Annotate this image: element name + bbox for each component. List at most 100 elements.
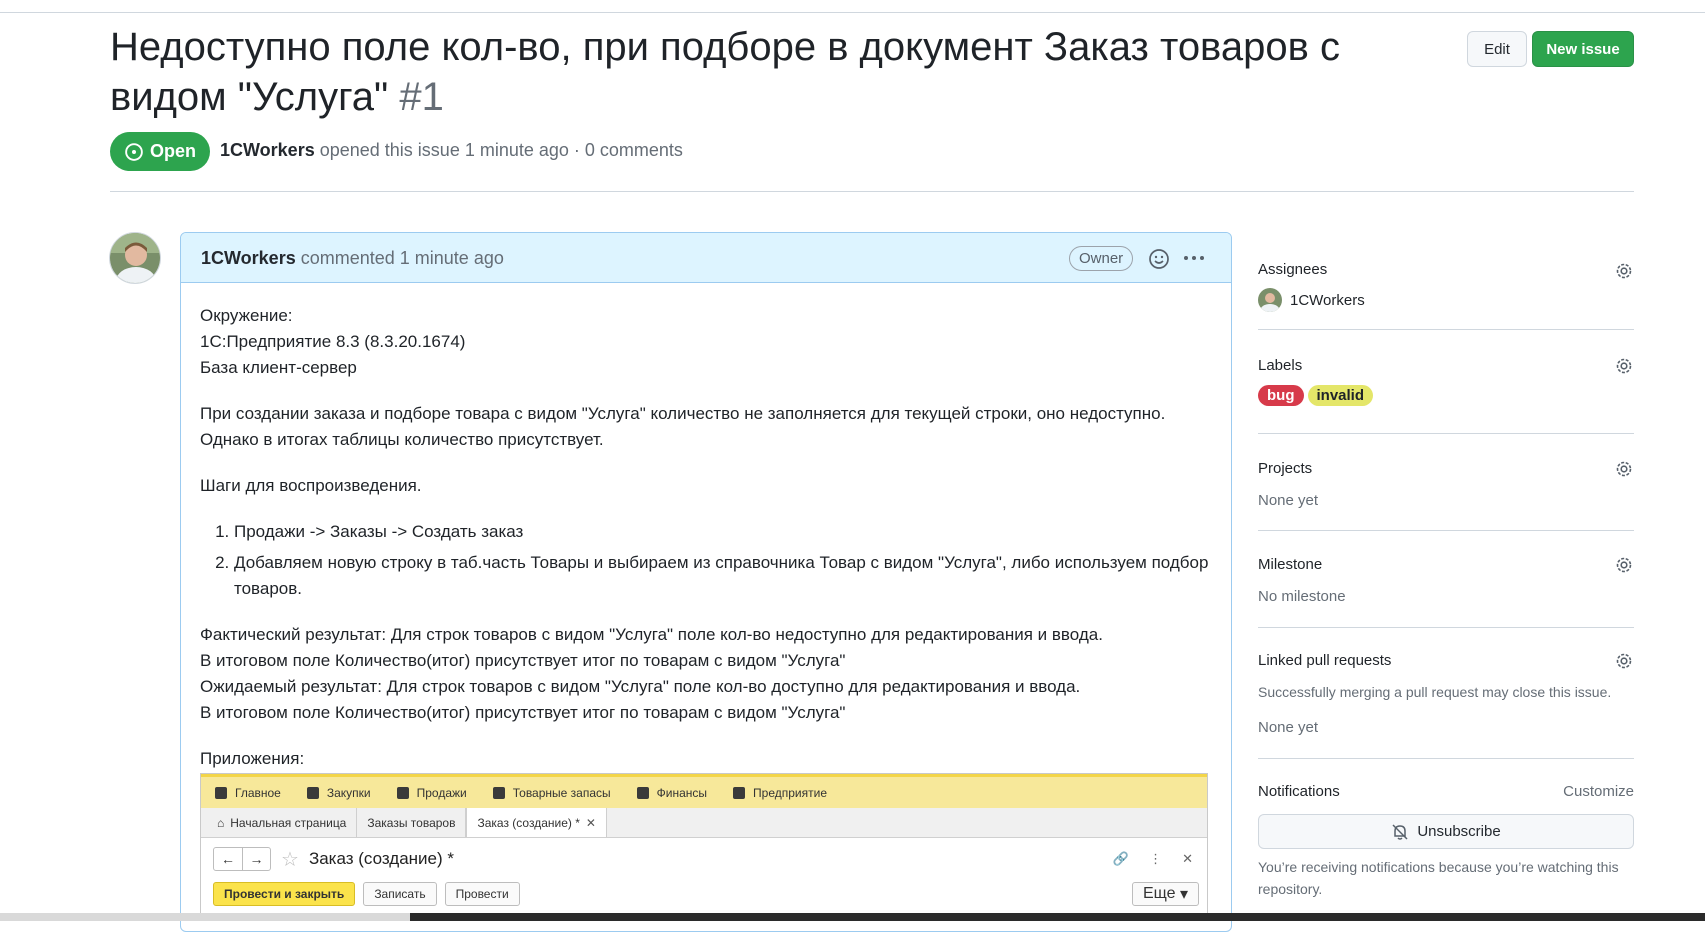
result-line: В итоговом поле Количество(итог) присутс…: [200, 651, 846, 670]
labels-list: bug invalid: [1258, 385, 1374, 406]
linked-prs-heading: Linked pull requests: [1258, 652, 1392, 669]
assignees-gear-icon[interactable]: [1614, 261, 1634, 281]
sidebar-divider: [1258, 627, 1634, 628]
assignee-item[interactable]: 1CWorkers: [1258, 288, 1365, 312]
results-paragraph: Фактический результат: Для строк товаров…: [200, 622, 1210, 726]
projects-value: None yet: [1258, 492, 1319, 509]
shot-post-button: Провести: [444, 882, 520, 906]
labels-gear-icon[interactable]: [1614, 356, 1634, 376]
bell-slash-icon: [1392, 823, 1408, 840]
projects-gear-icon[interactable]: [1614, 459, 1634, 479]
comment-header: 1CWorkers commented 1 minute ago Owner: [181, 233, 1231, 283]
sidebar-divider: [1258, 758, 1634, 759]
result-line: Фактический результат: Для строк товаров…: [200, 625, 1103, 644]
shot-menu-item: Товарные запасы: [492, 785, 611, 800]
unsubscribe-label: Unsubscribe: [1417, 823, 1501, 840]
shot-tab: ⌂ Начальная страница: [207, 808, 358, 837]
notifications-note: You’re receiving notifications because y…: [1258, 859, 1619, 897]
shot-menu-item: Финансы: [636, 785, 708, 800]
linked-prs-value: None yet: [1258, 719, 1319, 736]
label-invalid[interactable]: invalid: [1307, 385, 1374, 406]
step-item: Продажи -> Заказы -> Создать заказ: [234, 519, 1210, 545]
author-avatar[interactable]: [109, 232, 161, 284]
issue-opened-text: opened this issue 1 minute ago · 0 comme…: [319, 140, 683, 160]
edit-button[interactable]: Edit: [1467, 31, 1527, 67]
steps-list: Продажи -> Заказы -> Создать заказ Добав…: [200, 519, 1210, 602]
attached-screenshot[interactable]: Главное Закупки Продажи Товарные запасы …: [200, 773, 1208, 921]
env-line: Окружение:: [200, 306, 293, 325]
description-line: Однако в итогах таблицы количество прису…: [200, 430, 604, 449]
shot-tab: Заказы товаров: [357, 808, 467, 837]
issue-opened-icon: [125, 142, 143, 161]
sidebar-divider: [1258, 530, 1634, 531]
comment-time[interactable]: commented 1 minute ago: [301, 248, 504, 268]
issue-author-link[interactable]: 1CWorkers: [220, 140, 315, 160]
shot-menu-label: Предприятие: [753, 785, 827, 800]
shot-menu-label: Товарные запасы: [512, 785, 611, 800]
shot-tab-active: Заказ (создание) * ✕: [466, 808, 607, 837]
sidebar-divider: [1258, 329, 1634, 330]
shot-menu-item: Предприятие: [733, 786, 827, 800]
taskbar-dark-segment: [410, 913, 1705, 921]
arrow-left-icon: ←: [221, 851, 235, 867]
projects-heading: Projects: [1258, 460, 1313, 477]
shot-menu-item: Закупки: [306, 786, 371, 800]
attachments-label: Приложения:: [200, 749, 305, 768]
header-divider: [110, 191, 1634, 192]
shot-save-button: Записать: [363, 882, 437, 906]
kebab-menu-icon[interactable]: [1181, 245, 1207, 271]
smiley-icon[interactable]: [1147, 247, 1171, 271]
shot-form-title: Заказ (создание) *: [308, 849, 455, 868]
env-line: База клиент-сервер: [200, 358, 357, 377]
shot-tab-label: Заказ (создание) *: [477, 815, 580, 830]
description-paragraph: При создании заказа и подборе товара с в…: [200, 401, 1210, 453]
shot-menu-item: Продажи: [396, 786, 467, 800]
env-line: 1С:Предприятие 8.3 (8.3.20.1674): [200, 332, 466, 351]
shot-menu-item: Главное: [215, 786, 281, 800]
environment-paragraph: Окружение: 1С:Предприятие 8.3 (8.3.20.16…: [200, 303, 1210, 381]
result-line: Ожидаемый результат: Для строк товаров с…: [200, 677, 1081, 696]
taskbar-strip: [0, 913, 1705, 921]
label-bug[interactable]: bug: [1258, 385, 1304, 406]
shot-menu-label: Главное: [235, 785, 281, 800]
top-divider: [0, 12, 1705, 13]
cart-icon: [306, 786, 319, 799]
bag-icon: [396, 786, 409, 799]
issue-state-badge: Open: [110, 132, 210, 171]
shot-tab-label: Заказы товаров: [367, 815, 456, 830]
close-icon: ✕: [1182, 851, 1193, 866]
description-line: При создании заказа и подборе товара с в…: [200, 404, 1166, 423]
grid-icon: [492, 786, 505, 799]
issue-state-label: Open: [149, 141, 196, 161]
linked-prs-gear-icon[interactable]: [1614, 651, 1634, 671]
assignees-heading: Assignees: [1258, 261, 1328, 278]
result-line: В итоговом поле Количество(итог) присутс…: [200, 703, 846, 722]
new-issue-button[interactable]: New issue: [1532, 31, 1634, 67]
shot-menu-label: Финансы: [656, 785, 708, 800]
step-item: Добавляем новую строку в таб.часть Товар…: [234, 550, 1210, 602]
notifications-heading: Notifications: [1258, 783, 1340, 800]
milestone-gear-icon[interactable]: [1614, 555, 1634, 575]
more-vertical-icon: ⋮: [1149, 851, 1163, 866]
issue-title: Недоступно поле кол-во, при подборе в до…: [110, 22, 1430, 122]
comment-body: Окружение: 1С:Предприятие 8.3 (8.3.20.16…: [200, 303, 1210, 792]
comment-author-line: 1CWorkers commented 1 minute ago: [201, 248, 504, 269]
shot-more-button: Еще ▾: [1131, 882, 1199, 906]
shot-tabs: ⌂ Начальная страница Заказы товаров Заказ…: [201, 808, 1207, 838]
arrow-right-icon: →: [242, 848, 270, 870]
issue-number: #1: [399, 75, 444, 119]
milestone-value: No milestone: [1258, 588, 1346, 605]
link-icon: 🔗: [1112, 851, 1130, 866]
labels-heading: Labels: [1258, 357, 1303, 374]
issue-title-text: Недоступно поле кол-во, при подборе в до…: [110, 25, 1340, 119]
sidebar-divider: [1258, 433, 1634, 434]
unsubscribe-button[interactable]: Unsubscribe: [1258, 814, 1634, 849]
assignee-avatar: [1258, 288, 1282, 312]
shot-tab-label: Начальная страница: [230, 815, 347, 830]
comment-author-link[interactable]: 1CWorkers: [201, 248, 296, 268]
steps-heading: Шаги для воспроизведения.: [200, 476, 422, 495]
shot-more-label: Еще: [1142, 885, 1176, 902]
home-icon: ⌂: [217, 815, 225, 830]
close-icon: ✕: [585, 815, 596, 830]
customize-link[interactable]: Customize: [1559, 783, 1634, 800]
